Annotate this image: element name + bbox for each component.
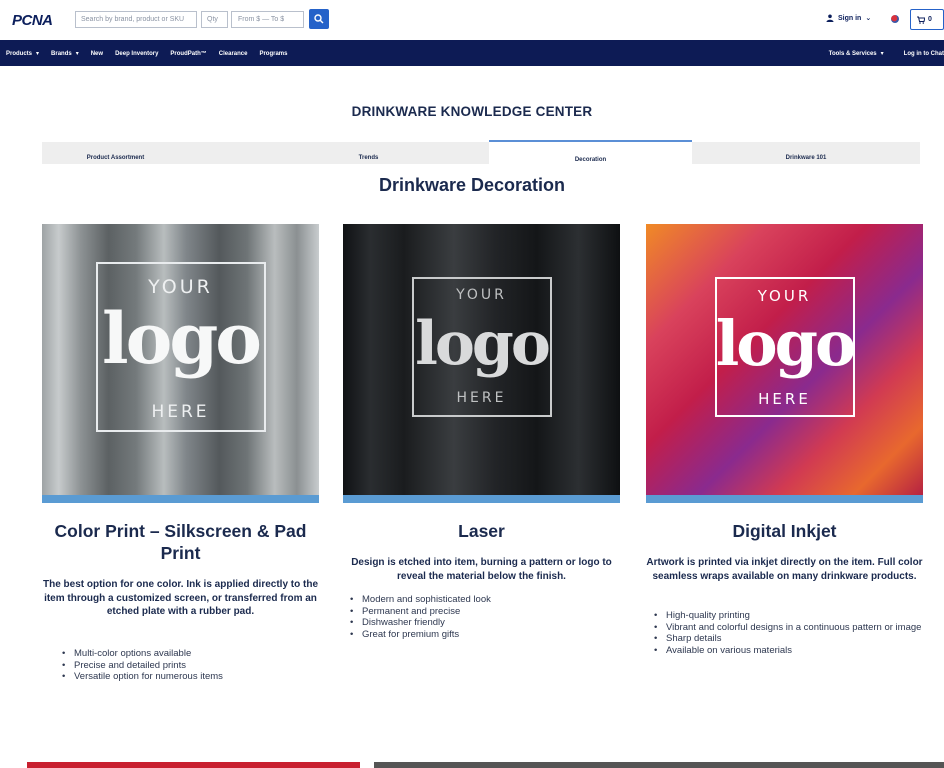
list-item: Precise and detailed prints [60, 660, 320, 672]
list-item: High-quality printing [652, 610, 922, 622]
tab-product-assortment[interactable]: Product Assortment [42, 142, 189, 164]
chevron-down-icon: ▾ [36, 51, 40, 57]
list-item: Permanent and precise [348, 606, 608, 618]
nav-item-chat-login[interactable]: Log in to Chat [904, 50, 944, 57]
user-icon [826, 14, 834, 22]
knowledge-center-title: DRINKWARE KNOWLEDGE CENTER [351, 104, 593, 119]
nav-item-products[interactable]: Products ▾ [6, 50, 40, 58]
list-item: Multi-color options available [60, 648, 320, 660]
nav-item-clearance[interactable]: Clearance [219, 50, 248, 57]
cart-count: 0 [928, 16, 932, 23]
qty-input[interactable]: Qty [201, 11, 228, 28]
laser-image: YOUR logo HERE [343, 224, 620, 503]
nav-item-deep-inventory[interactable]: Deep Inventory [115, 50, 158, 57]
search-input[interactable]: Search by brand, product or SKU [75, 11, 197, 28]
card-feature-list: High-quality printing Vibrant and colorf… [652, 610, 922, 656]
pcna-logo[interactable]: PCNA [12, 12, 53, 29]
card-title: Laser [458, 521, 505, 541]
us-flag-icon[interactable] [891, 15, 899, 23]
main-nav: Products ▾ Brands ▾ New Deep Inventory Pro… [0, 40, 944, 66]
nav-item-programs[interactable]: Programs [259, 50, 287, 57]
nav-item-brands[interactable]: Brands ▾ [51, 50, 79, 58]
card-description: The best option for one color. Ink is ap… [42, 579, 319, 617]
sign-in-label: Sign in [838, 14, 862, 22]
top-bar: PCNA Search by brand, product or SKU Qty… [0, 0, 944, 40]
list-item: Available on various materials [652, 645, 922, 657]
list-item: Vibrant and colorful designs in a contin… [652, 622, 922, 634]
nav-item-proudpath[interactable]: ProudPath™ [170, 50, 206, 57]
sign-in-button[interactable]: Sign in ⌄ [826, 14, 871, 22]
nav-item-new[interactable]: New [91, 50, 103, 57]
list-item: Dishwasher friendly [348, 617, 608, 629]
tab-trends[interactable]: Trends [267, 142, 470, 164]
chevron-down-icon: ▾ [880, 51, 884, 57]
chevron-down-icon: ▾ [75, 51, 79, 57]
tab-drinkware-101[interactable]: Drinkware 101 [692, 142, 920, 164]
card-description: Artwork is printed via inkjet directly o… [646, 557, 923, 582]
section-title: Drinkware Decoration [378, 175, 566, 195]
card-title: Digital Inkjet [732, 521, 837, 541]
cart-icon [917, 16, 925, 24]
card-feature-list: Modern and sophisticated look Permanent … [348, 594, 608, 640]
card-title: Color Print – Silkscreen & Pad Print [54, 521, 307, 563]
chevron-down-icon: ⌄ [865, 15, 872, 22]
cart-button[interactable]: 0 [910, 9, 944, 30]
logo-placeholder-art: YOUR logo HERE [95, 261, 266, 432]
nav-item-tools-services[interactable]: Tools & Services ▾ [829, 50, 884, 58]
search-icon [314, 14, 324, 24]
footer-banner-red [27, 762, 360, 768]
silkscreen-image: YOUR logo HERE [42, 224, 319, 503]
list-item: Versatile option for numerous items [60, 671, 320, 683]
price-range-input[interactable]: From $ — To $ [231, 11, 304, 28]
list-item: Great for premium gifts [348, 629, 608, 641]
card-description: Design is etched into item, burning a pa… [351, 557, 612, 582]
footer-banner-gray [374, 762, 944, 768]
tab-decoration[interactable]: Decoration [489, 140, 692, 164]
card-feature-list: Multi-color options available Precise an… [60, 648, 320, 683]
digital-inkjet-image: YOUR logo HERE [646, 224, 923, 503]
list-item: Sharp details [652, 633, 922, 645]
logo-placeholder-art: YOUR logo HERE [714, 276, 856, 417]
list-item: Modern and sophisticated look [348, 594, 608, 606]
logo-placeholder-art: YOUR logo HERE [411, 276, 552, 417]
knowledge-tabs: Product Assortment Trends Decoration Dri… [42, 140, 920, 164]
search-button[interactable] [309, 9, 329, 29]
